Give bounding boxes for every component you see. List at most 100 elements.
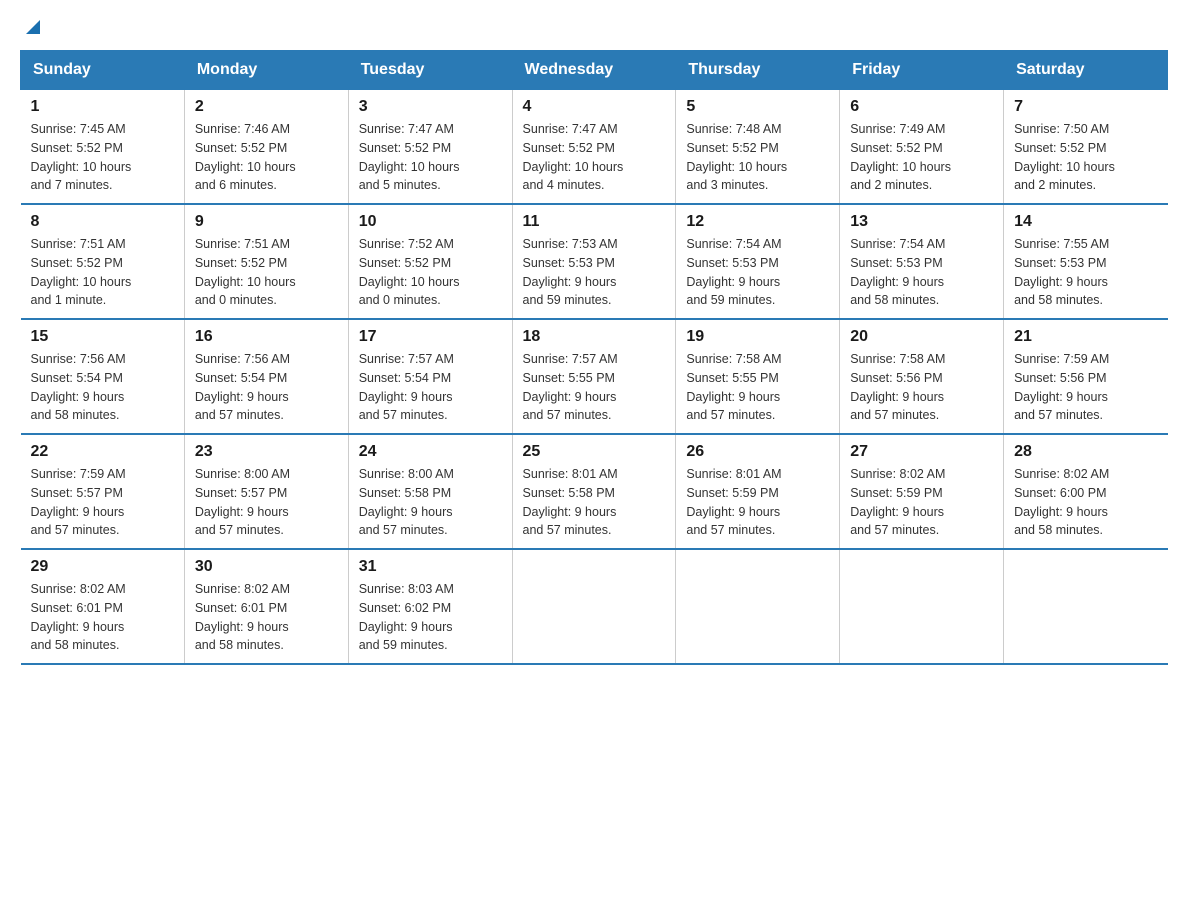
day-number: 9 [195,213,338,231]
day-number: 5 [686,98,829,116]
calendar-cell: 13 Sunrise: 7:54 AMSunset: 5:53 PMDaylig… [840,204,1004,319]
day-number: 23 [195,443,338,461]
day-number: 25 [523,443,666,461]
day-info: Sunrise: 7:55 AMSunset: 5:53 PMDaylight:… [1014,235,1157,310]
day-number: 20 [850,328,993,346]
day-number: 15 [31,328,174,346]
day-number: 2 [195,98,338,116]
day-info: Sunrise: 7:54 AMSunset: 5:53 PMDaylight:… [850,235,993,310]
day-number: 7 [1014,98,1157,116]
day-info: Sunrise: 8:01 AMSunset: 5:59 PMDaylight:… [686,465,829,540]
calendar-cell: 11 Sunrise: 7:53 AMSunset: 5:53 PMDaylig… [512,204,676,319]
day-info: Sunrise: 8:02 AMSunset: 6:01 PMDaylight:… [195,580,338,655]
header-thursday: Thursday [676,51,840,90]
calendar-cell: 9 Sunrise: 7:51 AMSunset: 5:52 PMDayligh… [184,204,348,319]
calendar-cell [1004,549,1168,664]
calendar-cell: 4 Sunrise: 7:47 AMSunset: 5:52 PMDayligh… [512,90,676,205]
day-number: 24 [359,443,502,461]
day-number: 12 [686,213,829,231]
calendar-cell: 26 Sunrise: 8:01 AMSunset: 5:59 PMDaylig… [676,434,840,549]
calendar-cell: 22 Sunrise: 7:59 AMSunset: 5:57 PMDaylig… [21,434,185,549]
day-info: Sunrise: 8:00 AMSunset: 5:57 PMDaylight:… [195,465,338,540]
day-number: 29 [31,558,174,576]
logo [20,20,44,30]
day-info: Sunrise: 7:58 AMSunset: 5:55 PMDaylight:… [686,350,829,425]
day-number: 8 [31,213,174,231]
calendar-header: Sunday Monday Tuesday Wednesday Thursday… [21,51,1168,90]
day-info: Sunrise: 7:46 AMSunset: 5:52 PMDaylight:… [195,120,338,195]
calendar-cell: 28 Sunrise: 8:02 AMSunset: 6:00 PMDaylig… [1004,434,1168,549]
calendar-cell [840,549,1004,664]
day-info: Sunrise: 8:02 AMSunset: 5:59 PMDaylight:… [850,465,993,540]
day-number: 26 [686,443,829,461]
day-info: Sunrise: 7:49 AMSunset: 5:52 PMDaylight:… [850,120,993,195]
day-number: 11 [523,213,666,231]
calendar-cell: 16 Sunrise: 7:56 AMSunset: 5:54 PMDaylig… [184,319,348,434]
day-info: Sunrise: 7:54 AMSunset: 5:53 PMDaylight:… [686,235,829,310]
day-info: Sunrise: 7:56 AMSunset: 5:54 PMDaylight:… [195,350,338,425]
day-info: Sunrise: 7:51 AMSunset: 5:52 PMDaylight:… [195,235,338,310]
day-info: Sunrise: 7:57 AMSunset: 5:55 PMDaylight:… [523,350,666,425]
calendar-cell: 2 Sunrise: 7:46 AMSunset: 5:52 PMDayligh… [184,90,348,205]
calendar-cell: 3 Sunrise: 7:47 AMSunset: 5:52 PMDayligh… [348,90,512,205]
calendar-cell: 1 Sunrise: 7:45 AMSunset: 5:52 PMDayligh… [21,90,185,205]
day-info: Sunrise: 7:52 AMSunset: 5:52 PMDaylight:… [359,235,502,310]
day-info: Sunrise: 7:58 AMSunset: 5:56 PMDaylight:… [850,350,993,425]
header-friday: Friday [840,51,1004,90]
day-info: Sunrise: 8:01 AMSunset: 5:58 PMDaylight:… [523,465,666,540]
day-number: 19 [686,328,829,346]
calendar-cell: 15 Sunrise: 7:56 AMSunset: 5:54 PMDaylig… [21,319,185,434]
calendar-table: Sunday Monday Tuesday Wednesday Thursday… [20,50,1168,665]
day-number: 28 [1014,443,1157,461]
calendar-cell: 29 Sunrise: 8:02 AMSunset: 6:01 PMDaylig… [21,549,185,664]
calendar-cell: 10 Sunrise: 7:52 AMSunset: 5:52 PMDaylig… [348,204,512,319]
calendar-cell: 20 Sunrise: 7:58 AMSunset: 5:56 PMDaylig… [840,319,1004,434]
day-number: 22 [31,443,174,461]
day-number: 1 [31,98,174,116]
calendar-cell: 31 Sunrise: 8:03 AMSunset: 6:02 PMDaylig… [348,549,512,664]
day-number: 6 [850,98,993,116]
calendar-body: 1 Sunrise: 7:45 AMSunset: 5:52 PMDayligh… [21,90,1168,665]
day-info: Sunrise: 7:53 AMSunset: 5:53 PMDaylight:… [523,235,666,310]
day-number: 16 [195,328,338,346]
calendar-cell: 6 Sunrise: 7:49 AMSunset: 5:52 PMDayligh… [840,90,1004,205]
header-tuesday: Tuesday [348,51,512,90]
day-info: Sunrise: 8:02 AMSunset: 6:01 PMDaylight:… [31,580,174,655]
calendar-cell: 8 Sunrise: 7:51 AMSunset: 5:52 PMDayligh… [21,204,185,319]
calendar-cell: 21 Sunrise: 7:59 AMSunset: 5:56 PMDaylig… [1004,319,1168,434]
calendar-cell [676,549,840,664]
calendar-cell: 18 Sunrise: 7:57 AMSunset: 5:55 PMDaylig… [512,319,676,434]
logo-triangle-icon [22,16,44,38]
calendar-cell: 23 Sunrise: 8:00 AMSunset: 5:57 PMDaylig… [184,434,348,549]
calendar-cell: 27 Sunrise: 8:02 AMSunset: 5:59 PMDaylig… [840,434,1004,549]
calendar-cell: 5 Sunrise: 7:48 AMSunset: 5:52 PMDayligh… [676,90,840,205]
day-number: 18 [523,328,666,346]
calendar-cell: 12 Sunrise: 7:54 AMSunset: 5:53 PMDaylig… [676,204,840,319]
day-number: 14 [1014,213,1157,231]
day-info: Sunrise: 7:48 AMSunset: 5:52 PMDaylight:… [686,120,829,195]
day-info: Sunrise: 7:47 AMSunset: 5:52 PMDaylight:… [523,120,666,195]
header-sunday: Sunday [21,51,185,90]
day-number: 31 [359,558,502,576]
page-header [20,20,1168,30]
day-info: Sunrise: 7:47 AMSunset: 5:52 PMDaylight:… [359,120,502,195]
day-info: Sunrise: 7:51 AMSunset: 5:52 PMDaylight:… [31,235,174,310]
calendar-cell: 17 Sunrise: 7:57 AMSunset: 5:54 PMDaylig… [348,319,512,434]
calendar-cell: 30 Sunrise: 8:02 AMSunset: 6:01 PMDaylig… [184,549,348,664]
header-wednesday: Wednesday [512,51,676,90]
calendar-cell: 14 Sunrise: 7:55 AMSunset: 5:53 PMDaylig… [1004,204,1168,319]
header-saturday: Saturday [1004,51,1168,90]
day-info: Sunrise: 7:56 AMSunset: 5:54 PMDaylight:… [31,350,174,425]
day-number: 30 [195,558,338,576]
day-info: Sunrise: 7:50 AMSunset: 5:52 PMDaylight:… [1014,120,1157,195]
day-number: 10 [359,213,502,231]
day-info: Sunrise: 8:03 AMSunset: 6:02 PMDaylight:… [359,580,502,655]
day-number: 4 [523,98,666,116]
day-info: Sunrise: 7:45 AMSunset: 5:52 PMDaylight:… [31,120,174,195]
day-number: 17 [359,328,502,346]
day-info: Sunrise: 8:00 AMSunset: 5:58 PMDaylight:… [359,465,502,540]
calendar-cell: 7 Sunrise: 7:50 AMSunset: 5:52 PMDayligh… [1004,90,1168,205]
day-info: Sunrise: 7:59 AMSunset: 5:57 PMDaylight:… [31,465,174,540]
calendar-cell [512,549,676,664]
day-number: 13 [850,213,993,231]
